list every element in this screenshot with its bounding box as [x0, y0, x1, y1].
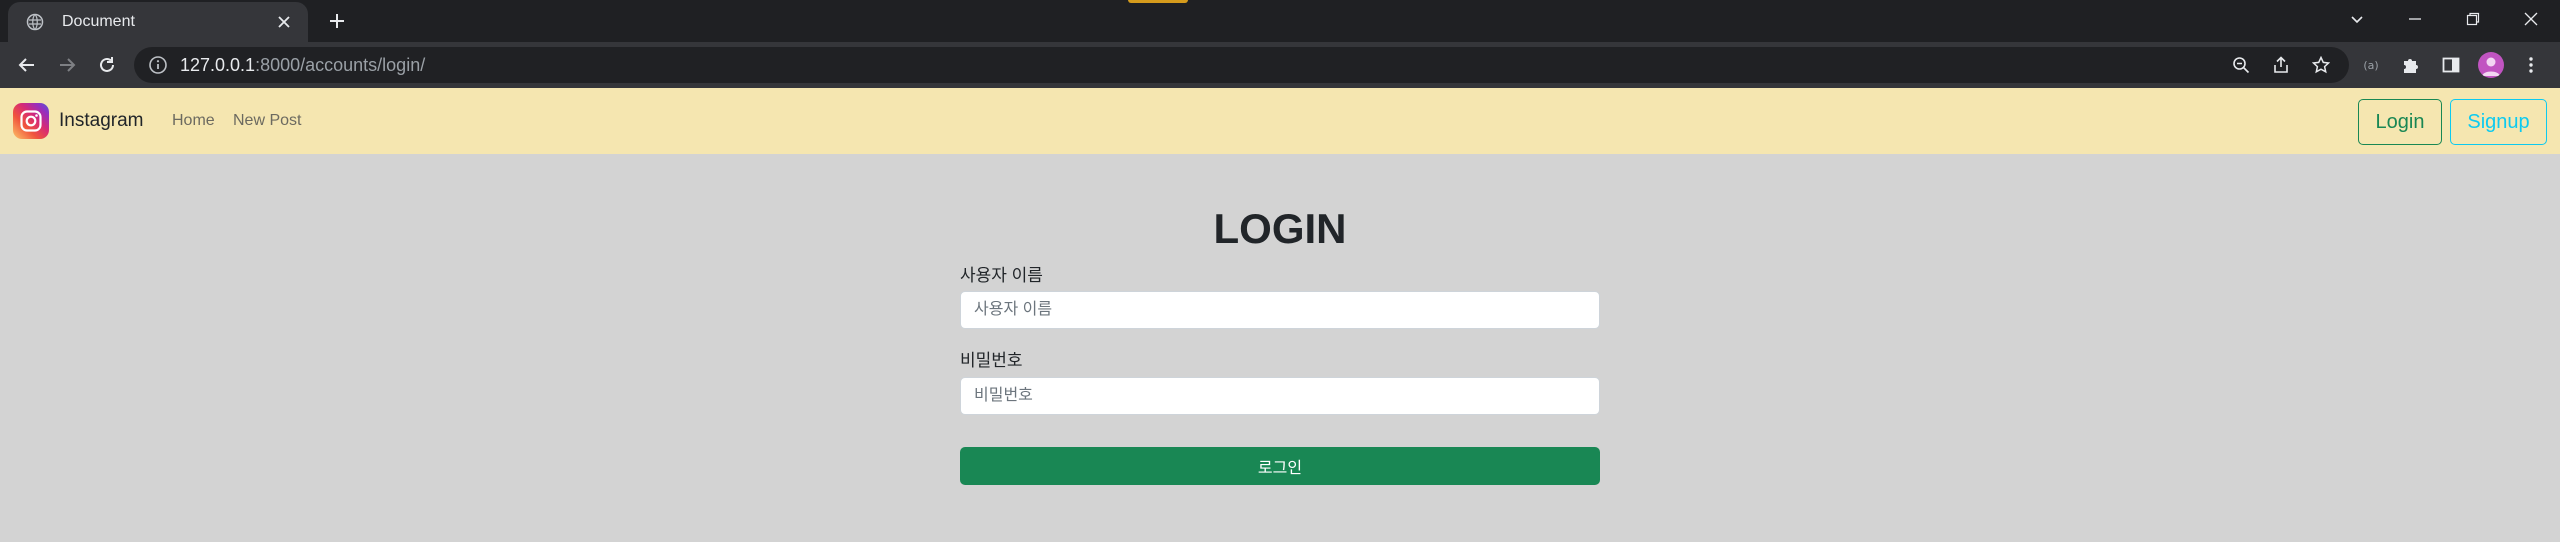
menu-kebab-icon[interactable]: [2516, 50, 2546, 80]
username-input[interactable]: [960, 291, 1600, 329]
minimize-icon[interactable]: [2398, 4, 2432, 34]
tab-search-icon[interactable]: [2340, 4, 2374, 34]
brand-name: Instagram: [59, 110, 144, 131]
username-label: 사용자 이름: [960, 266, 1043, 285]
restore-icon[interactable]: [2456, 4, 2490, 34]
login-submit-button[interactable]: 로그인: [960, 447, 1600, 485]
zoom-icon[interactable]: [2226, 50, 2256, 80]
instagram-logo-icon: [13, 103, 49, 139]
browser-toolbar: 127.0.0.1:8000/accounts/login/ (a): [0, 42, 2560, 88]
forward-icon[interactable]: [52, 50, 82, 80]
reload-icon[interactable]: [92, 50, 122, 80]
globe-icon: [26, 13, 44, 31]
close-window-icon[interactable]: [2514, 4, 2548, 34]
login-button[interactable]: Login: [2358, 99, 2442, 145]
url-host: 127.0.0.1: [180, 54, 256, 75]
brand-link[interactable]: Instagram: [13, 103, 143, 139]
side-panel-icon[interactable]: [2436, 50, 2466, 80]
new-tab-icon[interactable]: [322, 6, 352, 36]
profile-avatar-icon[interactable]: [2476, 50, 2506, 80]
extension-a-icon[interactable]: (a): [2356, 50, 2386, 80]
page-title: LOGIN: [1213, 205, 1347, 252]
site-navbar: Instagram Home New Post Login Signup: [0, 88, 2560, 154]
nav-link-new-post[interactable]: New Post: [233, 112, 301, 130]
url-path: :8000/accounts/login/: [255, 54, 426, 75]
password-label: 비밀번호: [960, 351, 1023, 370]
password-input[interactable]: [960, 377, 1600, 415]
browser-tabstrip: Document: [0, 0, 2560, 42]
nav-link-home[interactable]: Home: [172, 112, 215, 130]
site-info-icon[interactable]: [148, 55, 168, 75]
url-text: 127.0.0.1:8000/accounts/login/: [180, 55, 425, 76]
svg-text:(a): (a): [2363, 59, 2378, 72]
back-icon[interactable]: [12, 50, 42, 80]
browser-tab[interactable]: Document: [8, 2, 308, 42]
bookmark-star-icon[interactable]: [2306, 50, 2336, 80]
tab-title: Document: [62, 13, 135, 30]
tab-close-icon[interactable]: [270, 8, 298, 36]
signup-button[interactable]: Signup: [2450, 99, 2547, 145]
share-icon[interactable]: [2266, 50, 2296, 80]
window-accent: [1128, 0, 1188, 3]
address-bar[interactable]: 127.0.0.1:8000/accounts/login/: [134, 47, 2349, 83]
extensions-puzzle-icon[interactable]: [2396, 50, 2426, 80]
